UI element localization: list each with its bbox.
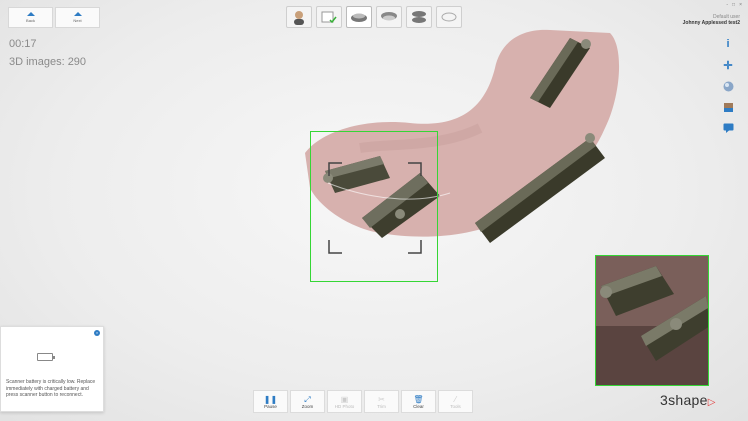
pause-button[interactable]: ❚❚ Pause (253, 390, 288, 413)
step-lower-jaw[interactable] (346, 6, 372, 28)
zoom-icon: ⤢ (304, 394, 311, 404)
brand-triangle-icon: ▷ (707, 397, 716, 408)
images-count: 3D images: 290 (9, 56, 87, 68)
step-patient[interactable] (286, 6, 312, 28)
pause-label: Pause (264, 403, 277, 409)
right-toolbar: i ✛ (722, 38, 734, 134)
upper-jaw-icon (381, 12, 397, 21)
info-icon[interactable]: i (722, 38, 734, 50)
hd-photo-button[interactable]: ▣ HD Photo (327, 390, 362, 413)
live-camera-preview (595, 255, 709, 386)
close-button[interactable]: × (739, 2, 742, 8)
zoom-label: Zoom (301, 403, 314, 409)
tools-button[interactable]: ⁄ Tools (438, 390, 473, 413)
lower-jaw-icon (351, 13, 367, 22)
arrow-up-icon (26, 12, 35, 16)
close-icon[interactable]: × (94, 330, 100, 336)
chat-icon[interactable] (722, 122, 734, 134)
next-label: Next (73, 18, 82, 23)
camera-image (596, 256, 708, 385)
clear-button[interactable]: 🗑 Clear (401, 390, 436, 413)
scan-frame (310, 131, 438, 282)
hd-photo-label: HD Photo (334, 403, 355, 409)
window-controls: - □ × (726, 2, 742, 8)
next-button[interactable]: Next (55, 7, 100, 28)
trim-icon: ✂ (378, 394, 385, 404)
focus-brackets (328, 162, 422, 254)
step-upper-jaw[interactable] (376, 6, 402, 28)
arrow-up-icon (73, 12, 82, 16)
texture-icon[interactable] (722, 101, 734, 113)
brand-name: 3shape (660, 392, 708, 408)
brand-logo: 3shape▷ (660, 392, 716, 408)
user-info: Default user Johnny Applessed test2 (683, 14, 740, 26)
color-sphere-icon[interactable] (722, 80, 734, 92)
workflow-steps (286, 6, 462, 28)
battery-warning-message: Scanner battery is critically low. Repla… (6, 379, 96, 398)
wand-icon: ⁄ (454, 394, 457, 404)
back-button[interactable]: Back (8, 7, 53, 28)
camera-icon: ▣ (340, 394, 349, 404)
bite-icon (412, 11, 426, 23)
tools-label: Tools (450, 403, 461, 409)
crosshair-icon[interactable]: ✛ (722, 59, 734, 72)
patient-icon (294, 11, 304, 25)
scan-timer: 00:17 (9, 38, 37, 50)
step-bite[interactable] (406, 6, 432, 28)
jaw-outline-icon (441, 12, 457, 22)
zoom-button[interactable]: ⤢ Zoom (290, 390, 325, 413)
step-order[interactable] (316, 6, 342, 28)
trash-icon: 🗑 (413, 394, 424, 404)
trim-button[interactable]: ✂ Trim (364, 390, 399, 413)
back-label: Back (26, 18, 35, 23)
trim-label: Trim (377, 403, 386, 409)
bottom-toolbar: ❚❚ Pause ⤢ Zoom ▣ HD Photo ✂ Trim 🗑 Clea… (253, 390, 473, 413)
clear-label: Clear (413, 403, 424, 409)
battery-warning-panel: × Scanner battery is critically low. Rep… (0, 326, 104, 412)
order-form-icon (321, 11, 337, 24)
nav-group: Back Next (8, 7, 100, 28)
battery-low-icon (37, 353, 55, 361)
user-name: Johnny Applessed test2 (682, 20, 740, 26)
pause-icon: ❚❚ (263, 394, 278, 404)
step-send[interactable] (436, 6, 462, 28)
minimize-button[interactable]: - (726, 2, 728, 8)
maximize-button[interactable]: □ (732, 2, 735, 8)
